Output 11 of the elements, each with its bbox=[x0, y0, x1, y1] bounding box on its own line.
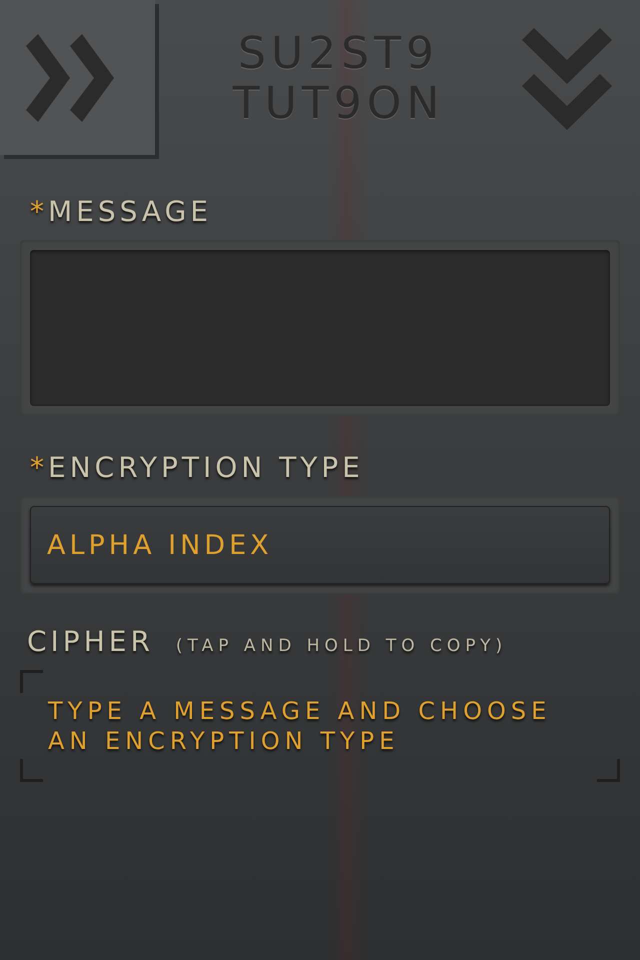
collapse-button[interactable] bbox=[522, 28, 612, 130]
encryption-type-label: *ENCRYPTION TYPE bbox=[29, 450, 365, 486]
cipher-label: CIPHER bbox=[27, 624, 154, 660]
encryption-type-dropdown[interactable]: ALPHA INDEX bbox=[30, 506, 610, 584]
corner-bracket-icon bbox=[20, 670, 43, 693]
cipher-hint: (TAP AND HOLD TO COPY) bbox=[176, 636, 508, 656]
cipher-output-text[interactable]: TYPE A MESSAGE AND CHOOSE AN ENCRYPTION TYPE bbox=[48, 696, 592, 756]
message-input-field[interactable] bbox=[30, 250, 610, 406]
menu-panel-button[interactable] bbox=[0, 0, 155, 155]
message-label: *MESSAGE bbox=[29, 194, 213, 230]
double-chevron-down-icon bbox=[522, 28, 612, 130]
